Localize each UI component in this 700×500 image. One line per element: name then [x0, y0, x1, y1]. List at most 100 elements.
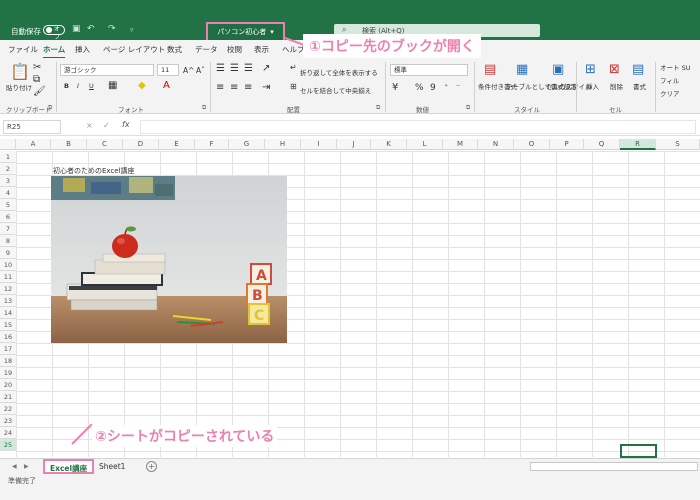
row-header[interactable]: 24: [0, 427, 16, 439]
column-header[interactable]: N: [478, 139, 514, 150]
format-cells-icon[interactable]: ▤: [632, 62, 644, 77]
select-all-button[interactable]: [0, 139, 16, 150]
insert-function-button[interactable]: fx: [122, 120, 130, 129]
number-format-select[interactable]: 標準: [390, 64, 468, 76]
column-header[interactable]: F: [195, 139, 229, 150]
underline-button[interactable]: U: [89, 82, 94, 90]
row-header[interactable]: 1: [0, 151, 16, 163]
cancel-icon[interactable]: ×: [86, 121, 93, 130]
row-header[interactable]: 2: [0, 163, 16, 175]
column-header[interactable]: M: [443, 139, 478, 150]
column-header[interactable]: K: [371, 139, 407, 150]
save-icon[interactable]: ▣: [72, 24, 81, 34]
column-header[interactable]: O: [514, 139, 550, 150]
column-header-selected[interactable]: R: [620, 139, 656, 150]
row-header[interactable]: 20: [0, 379, 16, 391]
column-header[interactable]: H: [265, 139, 301, 150]
fill-button[interactable]: フィル: [660, 75, 679, 85]
align-middle-icon[interactable]: ☰: [230, 63, 239, 74]
row-header[interactable]: 18: [0, 355, 16, 367]
conditional-format-icon[interactable]: ▤: [484, 62, 496, 77]
column-header[interactable]: G: [229, 139, 265, 150]
row-header[interactable]: 7: [0, 223, 16, 235]
insert-cells-icon[interactable]: ⊞: [585, 62, 596, 77]
enter-icon[interactable]: ✓: [103, 121, 110, 130]
row-header[interactable]: 5: [0, 199, 16, 211]
row-header-selected[interactable]: 25: [0, 439, 16, 451]
merge-center-button[interactable]: セルを結合して中央揃え: [300, 85, 371, 95]
align-center-icon[interactable]: ≡: [230, 82, 238, 93]
row-header[interactable]: 4: [0, 187, 16, 199]
tab-formulas[interactable]: 数式: [167, 44, 182, 55]
wrap-text-icon[interactable]: ↵: [290, 63, 297, 72]
align-top-icon[interactable]: ☰: [216, 63, 225, 74]
tab-help[interactable]: ヘルプ: [282, 44, 305, 55]
column-header[interactable]: B: [51, 139, 87, 150]
merge-center-icon[interactable]: ⊞: [290, 82, 297, 91]
align-left-icon[interactable]: ≡: [216, 82, 224, 93]
column-header[interactable]: I: [301, 139, 337, 150]
column-header[interactable]: J: [337, 139, 371, 150]
column-header[interactable]: C: [87, 139, 123, 150]
row-header[interactable]: 6: [0, 211, 16, 223]
row-header[interactable]: 16: [0, 331, 16, 343]
border-icon[interactable]: ▦: [108, 80, 117, 91]
cell-styles-button[interactable]: セルのスタイル: [546, 81, 592, 91]
column-header[interactable]: P: [550, 139, 584, 150]
font-launcher-icon[interactable]: ⧉: [202, 104, 206, 112]
italic-button[interactable]: I: [77, 82, 79, 90]
format-painter-icon[interactable]: 🖌: [33, 86, 46, 97]
cell-styles-icon[interactable]: ▣: [552, 62, 564, 77]
column-header[interactable]: L: [407, 139, 443, 150]
percent-button[interactable]: %: [415, 83, 424, 93]
grow-font-button[interactable]: A^: [183, 66, 194, 75]
row-header[interactable]: 13: [0, 295, 16, 307]
autosum-button[interactable]: オート SU: [660, 62, 690, 72]
delete-cells-icon[interactable]: ⊠: [609, 62, 620, 77]
document-title[interactable]: パソコン初心者 ▾: [206, 22, 285, 42]
column-header[interactable]: E: [159, 139, 195, 150]
align-bottom-icon[interactable]: ☰: [244, 63, 253, 74]
row-header[interactable]: 9: [0, 247, 16, 259]
sheet-tab-excel-course[interactable]: Excel講座: [43, 459, 95, 474]
indent-icon[interactable]: ⇥: [262, 82, 270, 93]
font-color-icon[interactable]: A: [163, 80, 170, 91]
column-header[interactable]: S: [656, 139, 700, 150]
increase-decimal-icon[interactable]: ⁺: [444, 82, 448, 91]
bold-button[interactable]: B: [64, 82, 69, 90]
tab-review[interactable]: 校閲: [227, 44, 242, 55]
comma-button[interactable]: 9: [430, 83, 436, 93]
row-header[interactable]: 23: [0, 415, 16, 427]
column-header[interactable]: A: [16, 139, 51, 150]
wrap-text-button[interactable]: 折り返して全体を表示する: [300, 67, 378, 77]
align-right-icon[interactable]: ≡: [244, 82, 252, 93]
number-launcher-icon[interactable]: ⧉: [466, 104, 470, 112]
alignment-launcher-icon[interactable]: ⧉: [376, 104, 380, 112]
row-header[interactable]: 10: [0, 259, 16, 271]
row-header[interactable]: 22: [0, 403, 16, 415]
undo-icon[interactable]: ↶: [87, 24, 95, 34]
row-header[interactable]: 19: [0, 367, 16, 379]
row-header[interactable]: 3: [0, 175, 16, 187]
row-header[interactable]: 8: [0, 235, 16, 247]
paste-label[interactable]: 貼り付け: [6, 82, 32, 92]
sheet-tab-sheet1[interactable]: Sheet1: [94, 459, 130, 474]
row-header[interactable]: 17: [0, 343, 16, 355]
horizontal-scrollbar[interactable]: [530, 462, 698, 471]
orientation-icon[interactable]: ↗: [262, 63, 270, 74]
row-header[interactable]: 21: [0, 391, 16, 403]
redo-icon[interactable]: ↷: [108, 24, 116, 34]
autosave-toggle[interactable]: オフ: [43, 25, 65, 41]
format-as-table-icon[interactable]: ▦: [516, 62, 528, 77]
clipboard-launcher-icon[interactable]: ⧉: [48, 104, 52, 112]
font-size-select[interactable]: 11: [157, 64, 179, 76]
tab-view[interactable]: 表示: [254, 44, 269, 55]
prev-sheet-icon[interactable]: ◀: [12, 463, 17, 470]
column-header[interactable]: Q: [584, 139, 620, 150]
customize-qat-icon[interactable]: ▿: [130, 26, 134, 34]
row-header[interactable]: 15: [0, 319, 16, 331]
tab-insert[interactable]: 挿入: [75, 44, 90, 55]
tab-home[interactable]: ホーム: [43, 44, 66, 59]
row-header[interactable]: 11: [0, 271, 16, 283]
tab-page-layout[interactable]: ページ レイアウト: [103, 44, 165, 55]
